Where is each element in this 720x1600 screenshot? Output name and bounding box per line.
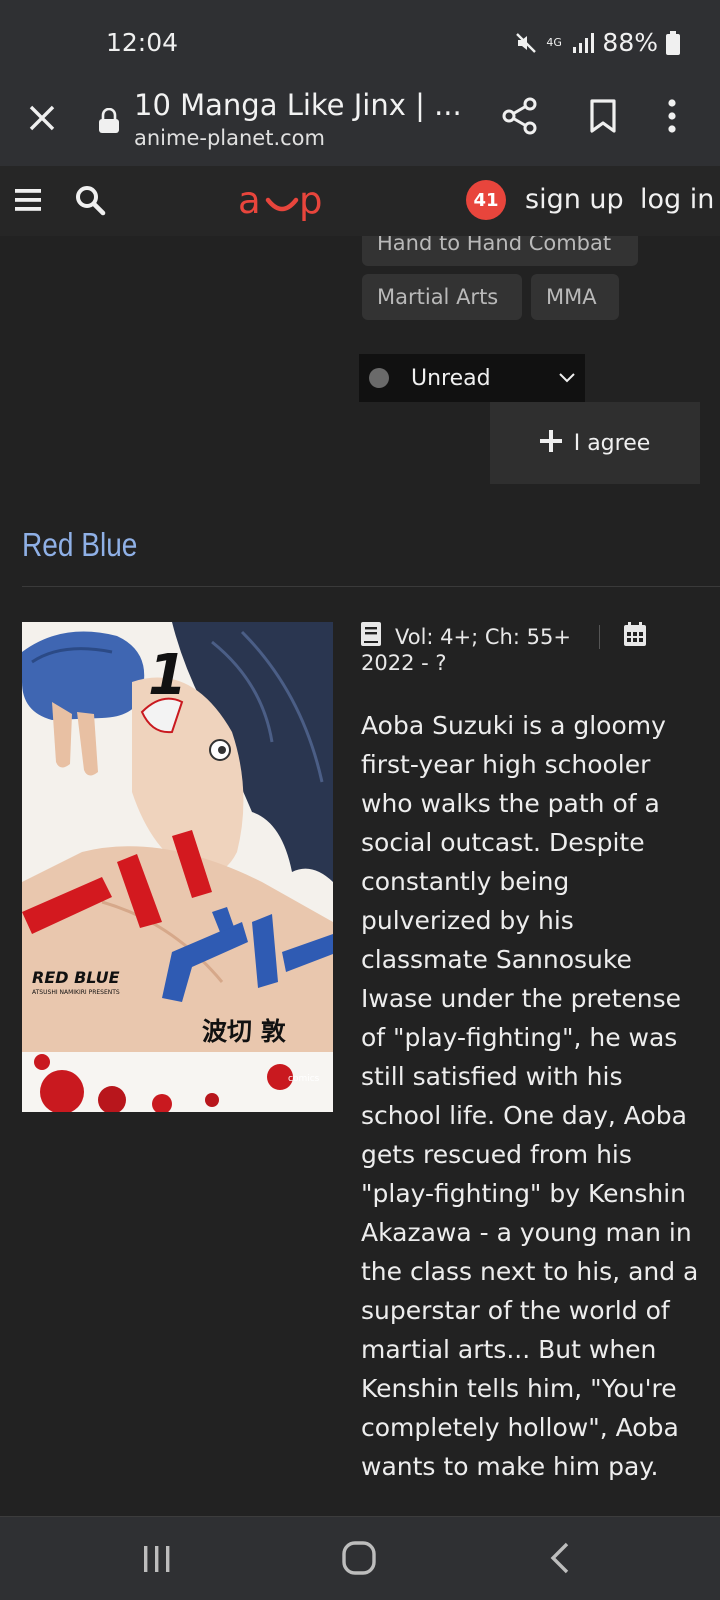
bookmark-button[interactable] (588, 98, 618, 138)
home-button[interactable] (342, 1541, 376, 1579)
browser-toolbar: 10 Manga Like Jinx | ... anime-planet.co… (0, 78, 720, 166)
sign-up-link[interactable]: sign up (525, 184, 624, 215)
close-tab-button[interactable] (22, 98, 62, 138)
lock-icon (98, 107, 120, 138)
mute-icon (514, 31, 538, 55)
system-navigation-bar (0, 1516, 720, 1600)
chevron-down-icon (557, 368, 577, 392)
notification-badge[interactable]: 41 (466, 180, 506, 220)
recent-apps-button[interactable] (142, 1545, 172, 1577)
tag-mma[interactable]: MMA (531, 274, 619, 320)
page-content: Hand to Hand Combat Martial Arts MMA Unr… (0, 236, 720, 1516)
reading-status-value: Unread (411, 365, 491, 391)
status-bar: 12:04 4G 88% (0, 0, 720, 78)
plus-icon (539, 430, 562, 456)
log-in-link[interactable]: log in (640, 184, 714, 215)
status-dot-icon (369, 368, 389, 388)
tag-hand-to-hand-combat[interactable]: Hand to Hand Combat (362, 236, 638, 266)
svg-text:a: a (238, 179, 261, 222)
cover-publisher: comics (288, 1074, 320, 1084)
status-time: 12:04 (106, 28, 179, 57)
book-icon (361, 622, 381, 651)
manga-title-link[interactable]: Red Blue (22, 526, 137, 564)
agree-button[interactable]: I agree (490, 402, 700, 484)
signal-icon (572, 32, 595, 54)
hamburger-menu-icon[interactable] (15, 188, 41, 216)
meta-separator (598, 624, 600, 649)
agree-button-label: I agree (573, 430, 651, 456)
svg-text:p: p (299, 179, 323, 222)
status-indicators: 4G 88% (514, 28, 680, 57)
volumes-chapters: Vol: 4+; Ch: 55+ (395, 624, 571, 649)
battery-icon (666, 30, 680, 55)
cover-volume-number: 1 (148, 643, 187, 708)
back-button[interactable] (548, 1541, 572, 1579)
site-header: a p 41 sign up log in (0, 166, 720, 236)
search-icon[interactable] (74, 184, 106, 220)
cover-author-line: ATSUSHI NAMIKIRI PRESENTS (32, 989, 120, 996)
manga-meta-row: Vol: 4+; Ch: 55+ (361, 622, 646, 651)
section-divider (22, 586, 720, 587)
battery-level: 88% (602, 28, 658, 57)
site-logo[interactable]: a p (238, 178, 330, 228)
page-url[interactable]: anime-planet.com (134, 126, 325, 150)
calendar-icon (623, 622, 646, 651)
publication-years: 2022 - ? (361, 651, 447, 675)
tag-martial-arts[interactable]: Martial Arts (362, 274, 522, 320)
more-options-button[interactable] (666, 98, 678, 138)
cover-english-title: RED BLUE (32, 968, 120, 987)
manga-synopsis: Aoba Suzuki is a gloomy first-year high … (361, 711, 699, 1481)
network-type: 4G (546, 36, 562, 49)
share-button[interactable] (500, 96, 540, 140)
page-title[interactable]: 10 Manga Like Jinx | ... (134, 88, 462, 122)
cover-author-jp: 波切 敦 (202, 1017, 287, 1046)
manga-cover-image[interactable]: 1 RED BLUE ATSUSHI NAMIKIRI PRESENTS 波切 … (22, 622, 333, 1112)
reading-status-select[interactable]: Unread (359, 354, 585, 402)
